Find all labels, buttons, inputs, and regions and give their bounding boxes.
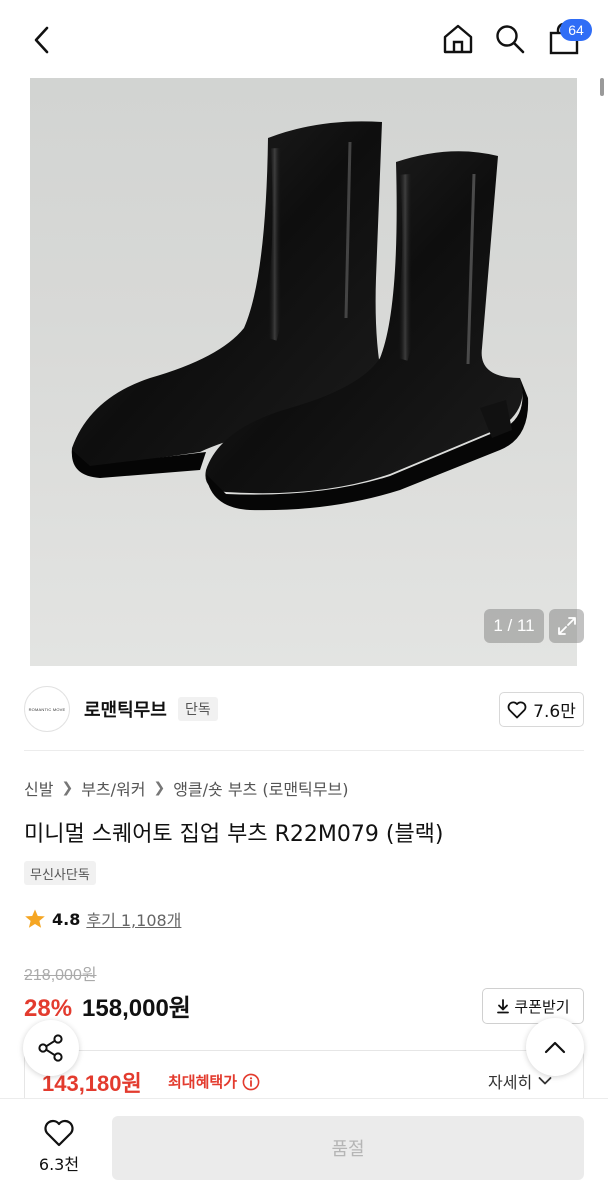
info-icon[interactable] bbox=[242, 1073, 260, 1091]
home-button[interactable] bbox=[438, 18, 478, 60]
brand-name[interactable]: 로맨틱무브 bbox=[84, 696, 167, 722]
product-title: 미니멀 스퀘어토 집업 부츠 R22M079 (블랙) bbox=[24, 822, 444, 847]
share-button[interactable] bbox=[23, 1020, 79, 1076]
image-counter: 1 / 11 bbox=[484, 609, 544, 643]
star-icon bbox=[25, 909, 45, 928]
discount-rate: 28% bbox=[24, 995, 73, 1022]
breadcrumb-item[interactable]: 신발 bbox=[24, 776, 53, 800]
brand-like-button[interactable]: 7.6만 bbox=[499, 692, 584, 727]
divider bbox=[24, 750, 584, 751]
exclusive-tag: 무신사단독 bbox=[24, 861, 96, 885]
heart-icon bbox=[44, 1119, 74, 1147]
back-button[interactable] bbox=[24, 20, 60, 60]
cart-count-badge: 64 bbox=[560, 19, 592, 41]
wishlist-button[interactable]: 6.3천 bbox=[24, 1116, 94, 1178]
download-icon bbox=[497, 999, 510, 1014]
breadcrumb-item[interactable]: 부츠/워커 bbox=[81, 776, 145, 800]
sale-price: 158,000원 bbox=[82, 995, 191, 1022]
wishlist-count: 6.3천 bbox=[38, 1155, 80, 1174]
chevron-up-icon bbox=[544, 1041, 566, 1054]
home-icon bbox=[443, 24, 473, 54]
scroll-to-top-button[interactable] bbox=[526, 1018, 584, 1076]
review-count-link[interactable]: 후기 1,108개 bbox=[86, 907, 181, 931]
top-navigation-bar: 64 bbox=[0, 0, 608, 78]
price-row: 28% 158,000원 bbox=[24, 988, 191, 1023]
original-price: 218,000원 bbox=[24, 967, 97, 984]
share-icon bbox=[38, 1034, 63, 1062]
chevron-right-icon: ❯ bbox=[61, 780, 74, 796]
breadcrumb-item[interactable]: 앵클/숏 부츠 (로맨틱무브) bbox=[173, 776, 348, 800]
soldout-button[interactable]: 품절 bbox=[112, 1116, 584, 1180]
brand-logo[interactable]: ROMANTIC MOVE bbox=[24, 686, 70, 732]
chevron-left-icon bbox=[34, 26, 49, 54]
product-image bbox=[71, 121, 529, 511]
rating-row: 4.8 후기 1,108개 bbox=[24, 907, 181, 931]
expand-image-button[interactable] bbox=[549, 609, 584, 643]
scrollbar-thumb[interactable] bbox=[600, 78, 604, 96]
breadcrumb: 신발 ❯ 부츠/워커 ❯ 앵클/숏 부츠 (로맨틱무브) bbox=[24, 776, 348, 800]
product-image-gallery[interactable] bbox=[30, 78, 577, 666]
brand-like-count: 7.6만 bbox=[533, 702, 576, 722]
heart-icon bbox=[507, 701, 527, 718]
chevron-right-icon: ❯ bbox=[153, 780, 166, 796]
brand-exclusive-tag: 단독 bbox=[178, 697, 218, 721]
search-button[interactable] bbox=[490, 18, 530, 60]
coupon-label: 쿠폰받기 bbox=[514, 997, 570, 1016]
search-icon bbox=[496, 25, 525, 54]
rating-score: 4.8 bbox=[52, 909, 81, 929]
coupon-download-button[interactable]: 쿠폰받기 bbox=[482, 988, 584, 1024]
max-benefit-label: 최대혜택가 bbox=[168, 1071, 260, 1092]
expand-icon bbox=[557, 617, 576, 635]
chevron-down-icon bbox=[538, 1077, 552, 1085]
